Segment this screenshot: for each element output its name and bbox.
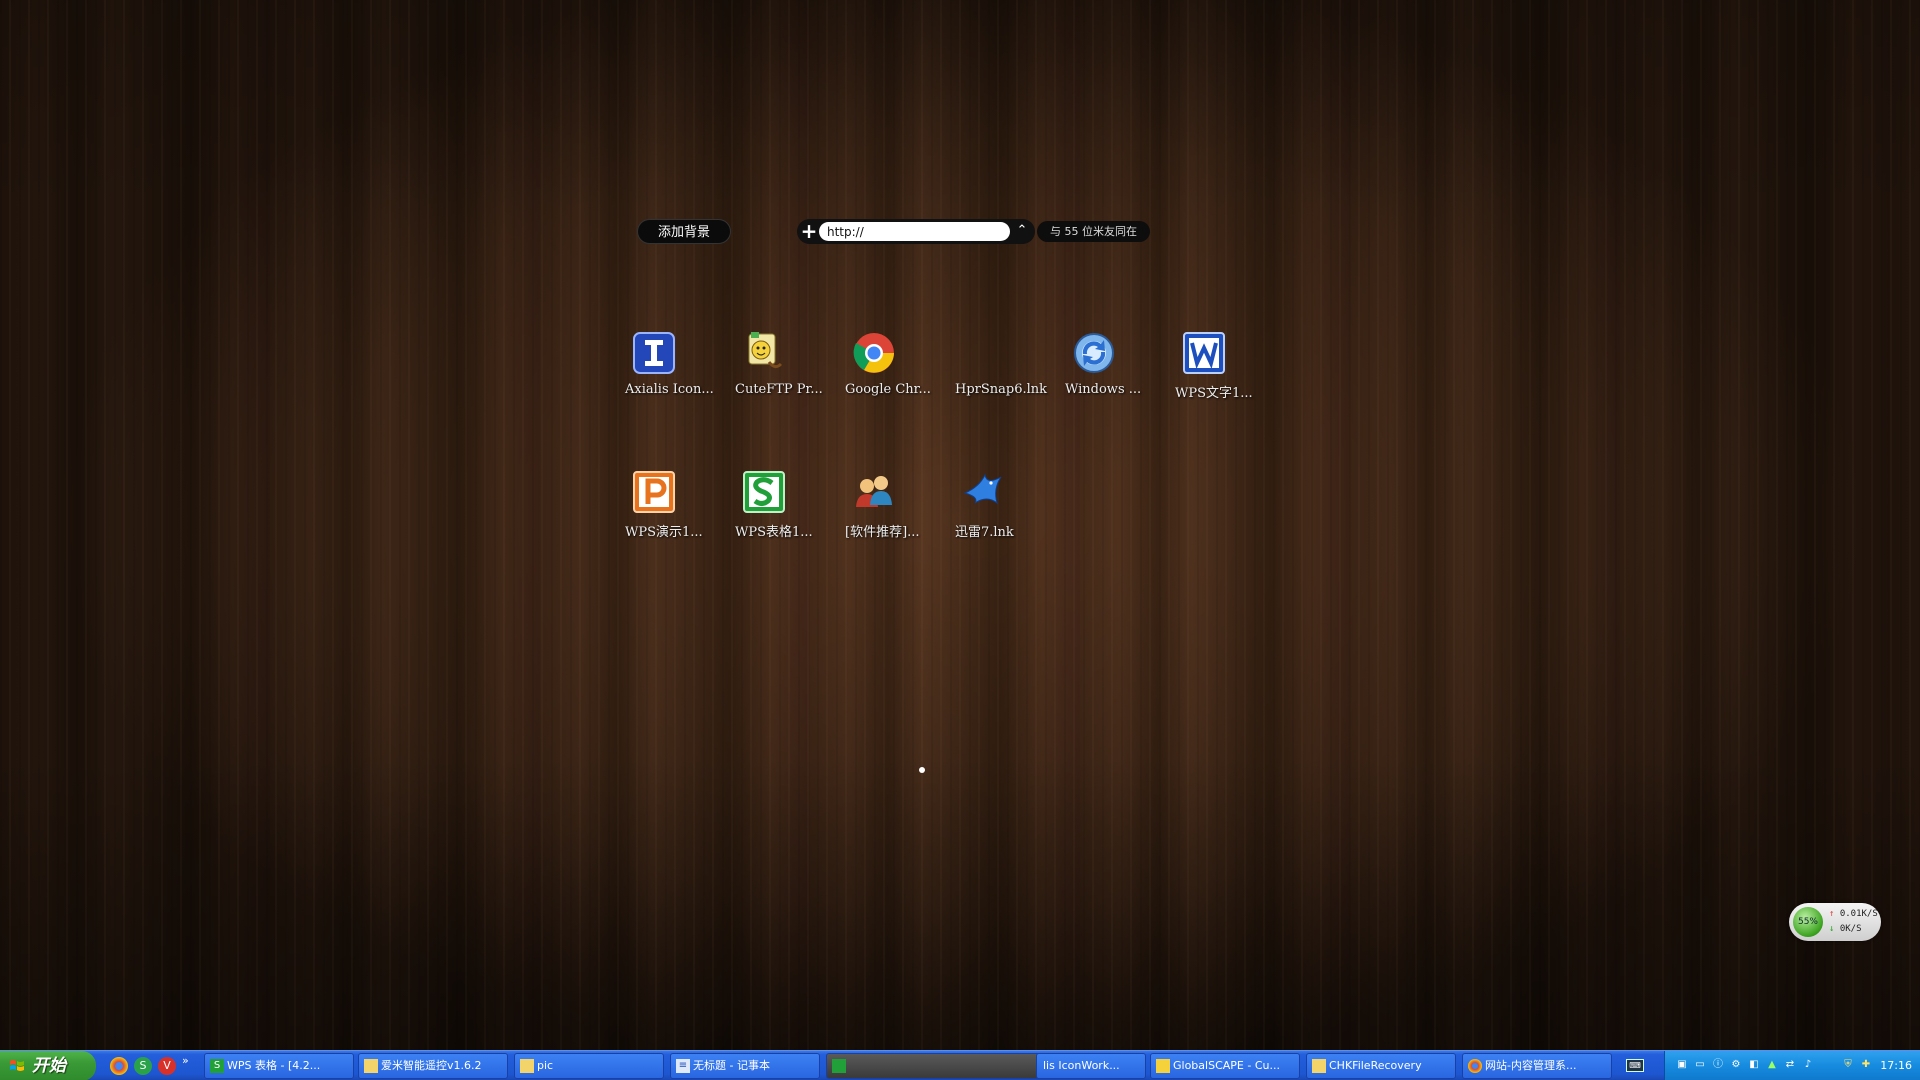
network-speed-widget[interactable]: 55% ↑ 0.01K/S ↓ 0K/S: [1789, 903, 1881, 941]
desktop-icon-chrome[interactable]: Google Chr...: [845, 330, 945, 420]
task-button-iconworkshop[interactable]: lis IconWork...: [1036, 1053, 1146, 1079]
wps-spreadsheet-icon: [743, 471, 785, 513]
keyboard-icon[interactable]: ⌨: [1626, 1059, 1644, 1072]
window-icon[interactable]: ◧: [1747, 1058, 1761, 1072]
clock[interactable]: 17:16: [1880, 1051, 1912, 1080]
desktop-icon-label: 迅雷7.lnk: [955, 525, 1014, 540]
task-button-folder-remote[interactable]: 爱米智能遥控v1.6.2: [358, 1053, 508, 1079]
thunder-icon: [963, 473, 1002, 505]
memory-usage-ball: 55%: [1793, 907, 1823, 937]
desktop-icon-label: WPS表格1...: [735, 525, 813, 540]
task-button-globalscape[interactable]: GlobalSCAPE - Cu...: [1150, 1053, 1300, 1079]
desktop-icon-label: [软件推荐]...: [845, 525, 920, 540]
chrome-icon[interactable]: [110, 1057, 128, 1075]
task-label: GlobalSCAPE - Cu...: [1173, 1059, 1280, 1072]
desktop-icon-wps-writer[interactable]: WPS文字1...: [1175, 330, 1275, 420]
task-button-wps-spreadsheet[interactable]: S WPS 表格 - [4.2...: [204, 1053, 354, 1079]
desktop-icon-wps-presentation[interactable]: WPS演示1...: [625, 469, 725, 559]
upload-speed: ↑ 0.01K/S: [1829, 909, 1878, 919]
info-icon[interactable]: ⓘ: [1711, 1058, 1725, 1072]
task-label: CHKFileRecovery: [1329, 1059, 1422, 1072]
desktop-icon-label: Google Chr...: [845, 382, 931, 397]
desktop-icon-label: WPS文字1...: [1175, 386, 1253, 401]
task-label: WPS 表格 - [4.2...: [227, 1059, 321, 1072]
desktop-icon-thunder[interactable]: 迅雷7.lnk: [955, 469, 1055, 559]
sogou-icon[interactable]: S: [134, 1057, 152, 1075]
software-recommend-icon: [856, 476, 892, 507]
folder-icon: [520, 1059, 534, 1073]
monitor-icon[interactable]: ▭: [1693, 1058, 1707, 1072]
wps-presentation-icon: [633, 471, 675, 513]
antivirus-icon[interactable]: V: [158, 1057, 176, 1075]
desktop-icon-software-recommend[interactable]: [软件推荐]...: [845, 469, 945, 559]
wps-writer-icon: [1183, 332, 1225, 374]
quick-launch-more-button[interactable]: »: [182, 1054, 189, 1067]
notepad-icon: ≡: [676, 1059, 690, 1073]
settings-icon[interactable]: ⚙: [1729, 1058, 1743, 1072]
desktop-icon-axialis[interactable]: Axialis Icon...: [625, 330, 725, 420]
desktop-icon-label: Windows ...: [1065, 382, 1142, 397]
taskbar: 开始 S V » S WPS 表格 - [4.2... 爱米智能遥控v1.6.2…: [0, 1050, 1920, 1080]
cuteftp-icon: [1156, 1059, 1170, 1073]
download-speed: ↓ 0K/S: [1829, 924, 1862, 934]
folder-icon: [1312, 1059, 1326, 1073]
system-tray: ▣ ▭ ⓘ ⚙ ◧ ▲ ⇄ ♪ ⛨ ✚ 17:16: [1664, 1051, 1920, 1080]
task-button-chkfilerecovery[interactable]: CHKFileRecovery: [1306, 1053, 1456, 1079]
security-icon[interactable]: ✚: [1859, 1058, 1873, 1072]
start-label: 开始: [32, 1056, 66, 1076]
connection-icon[interactable]: ⇄: [1783, 1058, 1797, 1072]
arrow-down-icon: ↓: [1829, 924, 1835, 934]
axialis-icon: [633, 332, 675, 374]
upload-speed-value: 0.01K/S: [1839, 909, 1878, 919]
desktop-icon-label: Axialis Icon...: [625, 382, 714, 397]
desktop-icon-cuteftp[interactable]: CuteFTP Pr...: [735, 330, 835, 420]
task-label: 爱米智能遥控v1.6.2: [381, 1059, 482, 1072]
desktop-icon-hprsnap[interactable]: HprSnap6.lnk: [955, 330, 1055, 420]
task-button-app-active[interactable]: [826, 1053, 1042, 1079]
desktop-icon-label: CuteFTP Pr...: [735, 382, 823, 397]
arrow-up-icon: ↑: [1829, 909, 1835, 919]
desktop-icon-label: WPS演示1...: [625, 525, 703, 540]
folder-icon: [364, 1059, 378, 1073]
wps-spreadsheet-icon: S: [210, 1059, 224, 1073]
cuteftp-icon: [748, 332, 783, 369]
windows-logo-icon: [10, 1060, 24, 1071]
start-button[interactable]: 开始: [0, 1051, 96, 1080]
task-label: 无标题 - 记事本: [693, 1059, 770, 1072]
desktop-icon-label: HprSnap6.lnk: [955, 382, 1048, 397]
task-label: lis IconWork...: [1043, 1059, 1120, 1072]
task-button-folder-pic[interactable]: pic: [514, 1053, 664, 1079]
chrome-icon: [1468, 1059, 1482, 1073]
task-label: 网站-内容管理系...: [1485, 1059, 1577, 1072]
task-button-notepad[interactable]: ≡ 无标题 - 记事本: [670, 1053, 820, 1079]
desktop-icon-grid: Axialis Icon... CuteFTP Pr... Google Chr…: [0, 0, 1920, 1000]
chart-icon[interactable]: ▲: [1765, 1058, 1779, 1072]
desktop-icon-windows-update[interactable]: Windows ...: [1065, 330, 1165, 420]
task-label: pic: [537, 1059, 554, 1072]
app-icon: [832, 1059, 846, 1073]
speaker-icon[interactable]: ♪: [1801, 1058, 1815, 1072]
shield-icon[interactable]: ⛨: [1841, 1058, 1855, 1072]
desktop-icon-wps-spreadsheet[interactable]: WPS表格1...: [735, 469, 835, 559]
network-icon[interactable]: ▣: [1675, 1058, 1689, 1072]
download-speed-value: 0K/S: [1839, 924, 1862, 934]
chrome-icon: [853, 333, 894, 373]
windows-update-icon: [1074, 333, 1114, 373]
page-indicator-dot[interactable]: [919, 767, 925, 773]
task-button-chrome-cms[interactable]: 网站-内容管理系...: [1462, 1053, 1612, 1079]
